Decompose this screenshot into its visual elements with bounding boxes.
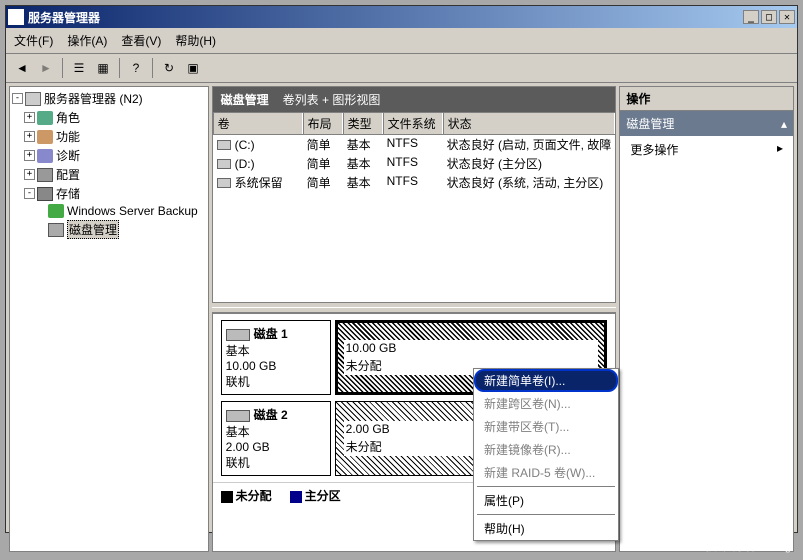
context-menu-item[interactable]: 帮助(H) [474,517,618,540]
backup-icon [48,204,64,218]
window-title: 服务器管理器 [28,9,743,26]
disk-hw-icon [226,329,250,341]
expand-icon[interactable]: + [24,112,35,123]
disk-icon [48,223,64,237]
actions-pane: 操作 磁盘管理 ▴ 更多操作 ▸ [619,86,794,552]
server-icon [25,92,41,106]
legend-swatch-unalloc [221,491,233,503]
minimize-button[interactable]: _ [743,10,759,24]
center-header: 磁盘管理 卷列表 + 图形视图 [212,86,617,113]
chevron-right-icon: ▸ [777,141,783,158]
context-menu: 新建简单卷(I)...新建跨区卷(N)...新建带区卷(T)...新建镜像卷(R… [473,368,619,541]
collapse-icon[interactable]: - [24,188,35,199]
actions-title: 操作 [620,87,793,111]
volume-list[interactable]: 卷 布局 类型 文件系统 状态 (C:)简单基本NTFS状态良好 (启动, 页面… [212,113,617,303]
context-menu-item: 新建 RAID-5 卷(W)... [474,461,618,484]
vol-header-row: 卷 布局 类型 文件系统 状态 [213,113,616,135]
menu-separator [477,514,615,515]
diagnostics-icon [37,149,53,163]
drive-icon [217,140,231,150]
volume-row[interactable]: 系统保留简单基本NTFS状态良好 (系统, 活动, 主分区) [213,173,616,192]
close-button[interactable]: ✕ [779,10,795,24]
watermark: 51CTO.com 技术博客 Blog [671,512,793,554]
expand-icon[interactable]: + [24,131,35,142]
menu-action[interactable]: 操作(A) [67,32,107,49]
tree-diskmgmt[interactable]: 磁盘管理 [12,219,206,240]
body-area: - 服务器管理器 (N2) +角色 +功能 +诊断 +配置 -存储 Window… [6,83,797,555]
expand-icon[interactable]: + [24,169,35,180]
action-button[interactable]: ▣ [182,57,204,79]
col-layout[interactable]: 布局 [303,113,343,134]
tree-diagnostics[interactable]: +诊断 [12,146,206,165]
app-icon: 🖳 [8,9,24,25]
volume-row[interactable]: (C:)简单基本NTFS状态良好 (启动, 页面文件, 故障 [213,135,616,154]
titlebar[interactable]: 🖳 服务器管理器 _ □ ✕ [6,6,797,28]
menu-view[interactable]: 查看(V) [121,32,161,49]
context-menu-item: 新建跨区卷(N)... [474,392,618,415]
disk-meta[interactable]: 磁盘 2基本2.00 GB联机 [221,401,331,476]
disk-meta[interactable]: 磁盘 1基本10.00 GB联机 [221,320,331,395]
help-button[interactable]: ? [125,57,147,79]
legend-swatch-primary [290,491,302,503]
tree-configuration[interactable]: +配置 [12,165,206,184]
menu-file[interactable]: 文件(F) [14,32,53,49]
center-title-label: 磁盘管理 [221,91,269,108]
col-status[interactable]: 状态 [443,113,616,134]
menubar: 文件(F) 操作(A) 查看(V) 帮助(H) [6,28,797,54]
expand-icon[interactable]: + [24,150,35,161]
menu-help[interactable]: 帮助(H) [175,32,216,49]
col-fs[interactable]: 文件系统 [383,113,443,134]
col-type[interactable]: 类型 [343,113,383,134]
back-button[interactable]: ◄ [11,57,33,79]
center-subtitle-label: 卷列表 + 图形视图 [283,91,381,108]
drive-icon [217,159,231,169]
context-menu-item: 新建带区卷(T)... [474,415,618,438]
tree-wsb[interactable]: Windows Server Backup [12,203,206,219]
window-buttons: _ □ ✕ [743,10,795,24]
context-menu-item[interactable]: 新建简单卷(I)... [474,369,618,392]
features-icon [37,130,53,144]
chevron-up-icon: ▴ [781,117,787,131]
tree-storage[interactable]: -存储 [12,184,206,203]
actions-more[interactable]: 更多操作 ▸ [620,136,793,163]
storage-icon [37,187,53,201]
col-volume[interactable]: 卷 [213,113,303,134]
volume-row[interactable]: (D:)简单基本NTFS状态良好 (主分区) [213,154,616,173]
refresh-button[interactable]: ↻ [158,57,180,79]
tree-roles[interactable]: +角色 [12,108,206,127]
properties-button[interactable]: ▦ [92,57,114,79]
context-menu-item[interactable]: 属性(P) [474,489,618,512]
config-icon [37,168,53,182]
app-window: 🖳 服务器管理器 _ □ ✕ 文件(F) 操作(A) 查看(V) 帮助(H) ◄… [5,5,798,533]
nav-tree[interactable]: - 服务器管理器 (N2) +角色 +功能 +诊断 +配置 -存储 Window… [9,86,209,552]
drive-icon [217,178,231,188]
tree-features[interactable]: +功能 [12,127,206,146]
toolbar: ◄ ► ☰ ▦ ? ↻ ▣ [6,54,797,83]
actions-section[interactable]: 磁盘管理 ▴ [620,111,793,136]
context-menu-item: 新建镜像卷(R)... [474,438,618,461]
roles-icon [37,111,53,125]
forward-button[interactable]: ► [35,57,57,79]
maximize-button[interactable]: □ [761,10,777,24]
console-tree-button[interactable]: ☰ [68,57,90,79]
expand-icon[interactable]: - [12,93,23,104]
menu-separator [477,486,615,487]
disk-hw-icon [226,410,250,422]
tree-root[interactable]: - 服务器管理器 (N2) [12,89,206,108]
